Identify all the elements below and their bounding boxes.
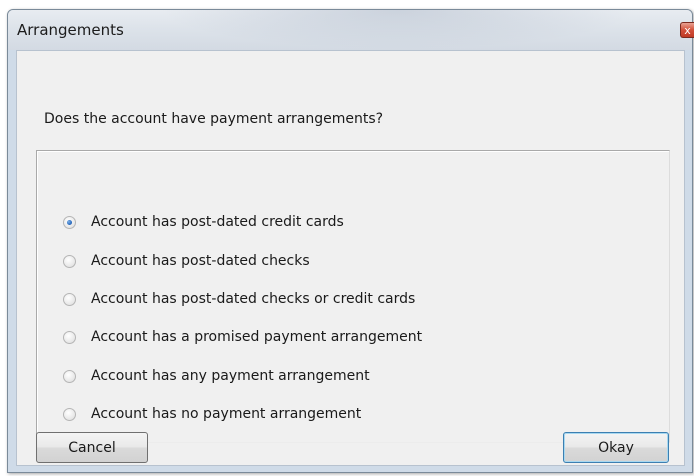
radio-label: Account has no payment arrangement (91, 406, 362, 422)
cancel-button[interactable]: Cancel (36, 432, 148, 463)
radio-button[interactable] (63, 292, 76, 306)
radio-option-credit-cards[interactable]: Account has post-dated credit cards (63, 212, 344, 232)
radio-label: Account has post-dated checks (91, 253, 310, 269)
question-label: Does the account have payment arrangemen… (44, 111, 384, 127)
radio-button[interactable] (63, 215, 76, 229)
radio-button[interactable] (63, 407, 76, 421)
window-title: Arrangements (17, 21, 124, 39)
radio-label: Account has any payment arrangement (91, 368, 370, 384)
radio-option-checks[interactable]: Account has post-dated checks (63, 251, 310, 271)
title-bar-highlight (158, 10, 638, 50)
radio-option-checks-or-cards[interactable]: Account has post-dated checks or credit … (63, 289, 415, 309)
radio-label: Account has post-dated credit cards (91, 214, 344, 230)
close-icon: x (684, 24, 691, 37)
radio-button[interactable] (63, 254, 76, 268)
radio-option-promised-payment[interactable]: Account has a promised payment arrangeme… (63, 327, 422, 347)
radio-option-any-arrangement[interactable]: Account has any payment arrangement (63, 366, 370, 386)
radio-option-no-arrangement[interactable]: Account has no payment arrangement (63, 404, 361, 424)
radio-label: Account has a promised payment arrangeme… (91, 329, 423, 345)
okay-button[interactable]: Okay (563, 432, 669, 463)
dialog-body: Does the account have payment arrangemen… (16, 50, 685, 466)
close-button[interactable]: x (680, 22, 694, 38)
arrangements-dialog: Arrangements x Does the account have pay… (7, 9, 694, 473)
radio-button[interactable] (63, 369, 76, 383)
options-group: Account has post-dated credit cards Acco… (36, 150, 670, 443)
radio-button[interactable] (63, 330, 76, 344)
title-bar[interactable]: Arrangements x (8, 10, 694, 50)
radio-label: Account has post-dated checks or credit … (91, 291, 416, 307)
